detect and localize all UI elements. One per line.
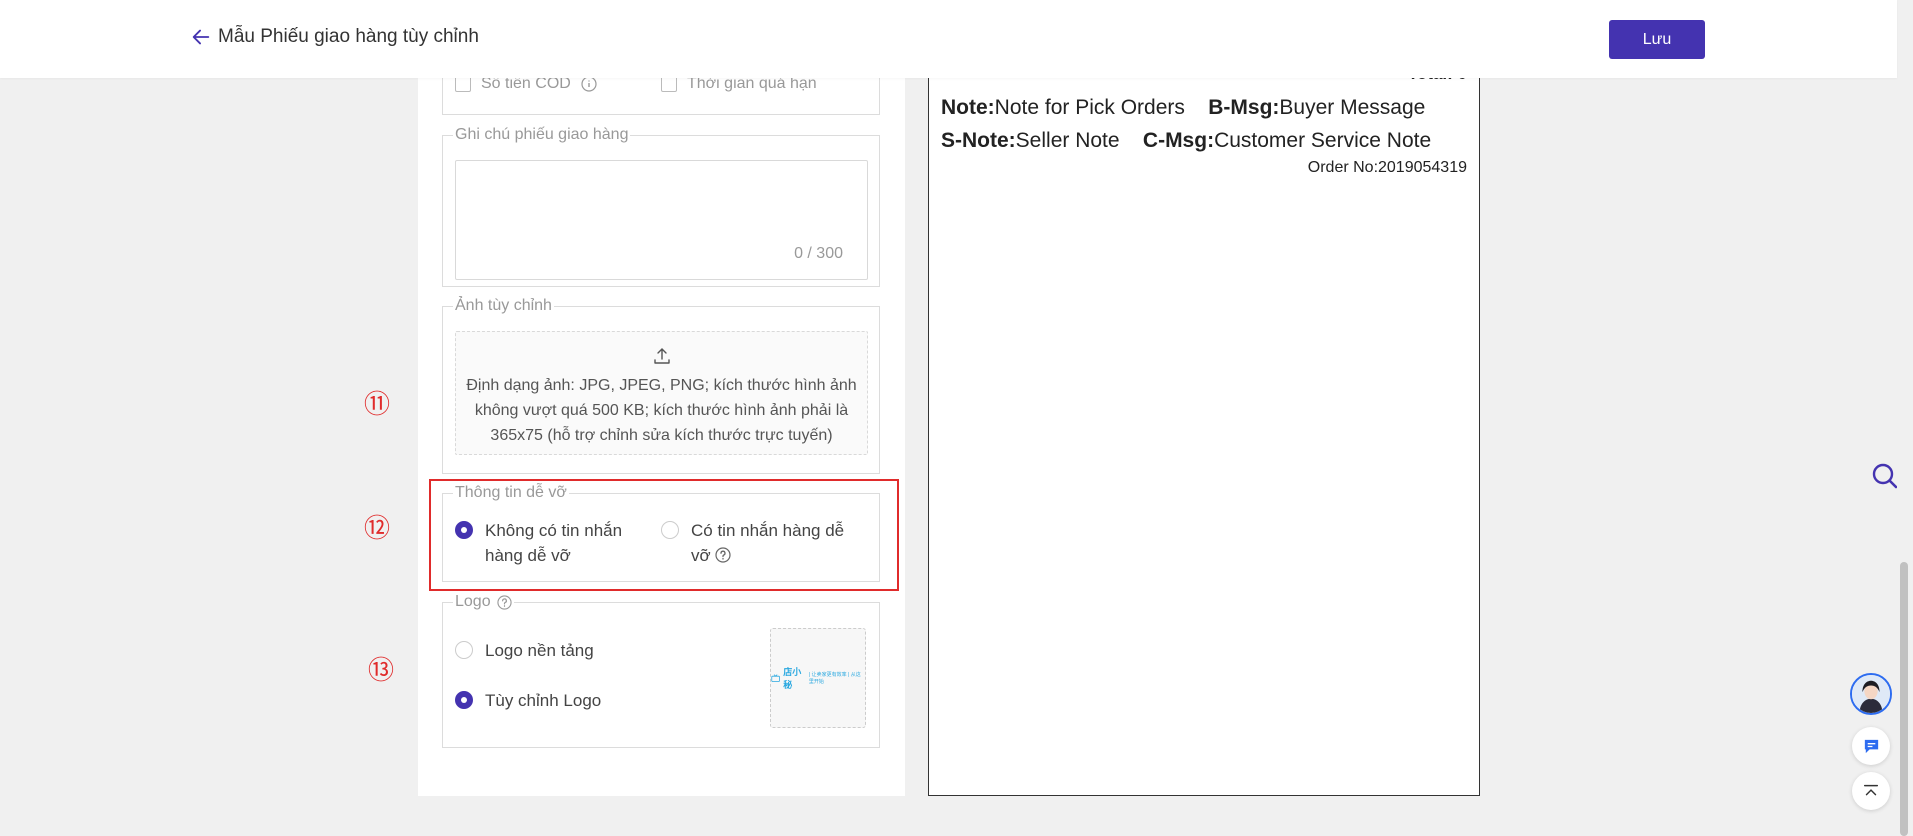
logo-option-platform[interactable]: Logo nền tảng: [455, 638, 594, 663]
scrollbar-thumb[interactable]: [1900, 562, 1908, 836]
upload-icon: [653, 348, 670, 364]
custom-image-legend: Ảnh tùy chỉnh: [453, 297, 554, 315]
cod-checkbox[interactable]: [455, 76, 471, 92]
save-button[interactable]: Lưu: [1609, 20, 1705, 59]
radio-selected-icon[interactable]: [455, 691, 473, 709]
settings-panel: Số tiền COD Thời gian quá hạn Ghi chú ph…: [418, 40, 905, 796]
tv-logo-icon: [771, 673, 780, 682]
back-link[interactable]: Mẫu Phiếu giao hàng tùy chỉnh: [190, 26, 479, 48]
logo-option-custom[interactable]: Tùy chỉnh Logo: [455, 688, 601, 713]
radio-unselected-icon[interactable]: [455, 641, 473, 659]
support-avatar[interactable]: [1850, 673, 1892, 715]
overdue-checkbox[interactable]: [661, 76, 677, 92]
logo-preview-slogan: | 让卖家更有效率 | 从这里开始: [808, 672, 861, 685]
step-marker-13: ⑬: [368, 656, 395, 686]
label-preview: HADD International Store Total: 0 Note:N…: [928, 40, 1480, 796]
chat-button[interactable]: [1852, 727, 1890, 765]
upload-hint: Định dạng ảnh: JPG, JPEG, PNG; kích thướ…: [466, 377, 857, 444]
char-counter: 0 / 300: [794, 245, 843, 262]
logo-custom-label: Tùy chỉnh Logo: [485, 691, 602, 710]
arrow-left-icon: [192, 29, 210, 45]
agent-avatar-icon: [1852, 675, 1890, 713]
search-icon[interactable]: [1871, 462, 1899, 490]
logo-preview-text: 店小秘: [783, 667, 802, 690]
image-upload-area[interactable]: Định dạng ảnh: JPG, JPEG, PNG; kích thướ…: [455, 331, 868, 455]
delivery-note-legend: Ghi chú phiếu giao hàng: [453, 126, 631, 144]
step-marker-12: ⑫: [364, 514, 391, 544]
info-icon: [581, 76, 597, 92]
delivery-note-group: Ghi chú phiếu giao hàng 0 / 300: [442, 126, 880, 287]
header-bar: Mẫu Phiếu giao hàng tùy chỉnh Lưu: [0, 0, 1897, 78]
back-to-top-button[interactable]: [1852, 772, 1890, 810]
help-icon[interactable]: [496, 594, 512, 610]
preview-notes: Note:Note for Pick Orders B-Msg:Buyer Me…: [941, 96, 1432, 152]
logo-platform-label: Logo nền tảng: [485, 641, 594, 660]
delivery-note-textarea[interactable]: 0 / 300: [455, 160, 868, 280]
chat-icon: [1864, 739, 1878, 753]
arrow-up-top-icon: [1863, 784, 1879, 796]
fragile-highlight-box: [429, 479, 899, 591]
logo-preview-upload[interactable]: 店小秘 | 让卖家更有效率 | 从这里开始: [770, 628, 866, 728]
preview-order-no: Order No:2019054319: [1307, 159, 1467, 176]
step-marker-11: ⑪: [364, 390, 391, 420]
custom-image-group: Ảnh tùy chỉnh Định dạng ảnh: JPG, JPEG, …: [442, 297, 880, 474]
page-title: Mẫu Phiếu giao hàng tùy chỉnh: [218, 26, 479, 47]
logo-legend: Logo: [453, 593, 514, 611]
logo-group: Logo Logo nền tảng Tùy chỉnh Logo 店小秘 | …: [442, 593, 880, 748]
